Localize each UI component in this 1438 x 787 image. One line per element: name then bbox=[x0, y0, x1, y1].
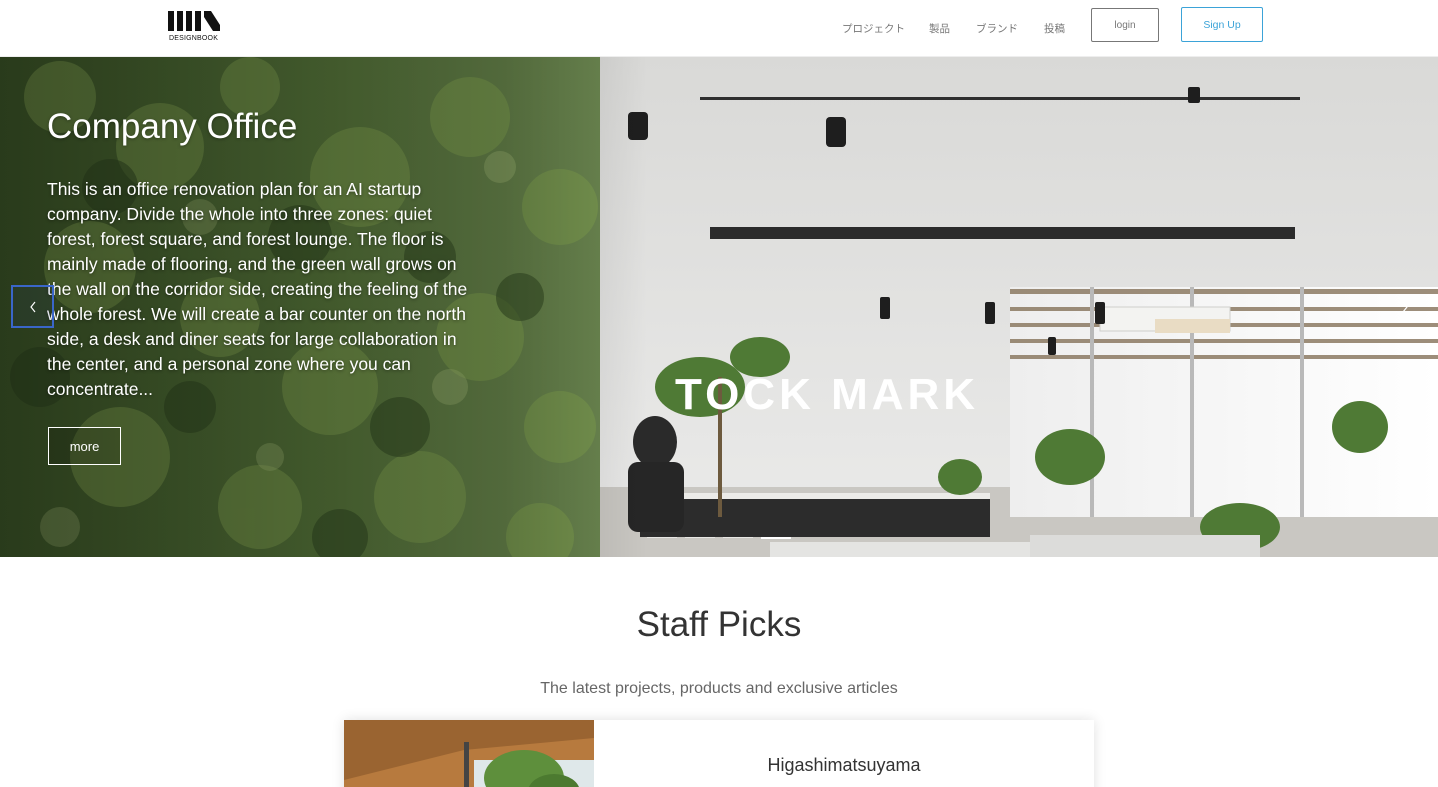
carousel-indicators bbox=[647, 537, 791, 539]
staff-pick-card-image bbox=[344, 720, 594, 787]
nav-brands[interactable]: ブランド bbox=[976, 21, 1018, 36]
hero-title: Company Office bbox=[47, 107, 298, 146]
logo-mark-icon bbox=[168, 11, 220, 31]
carousel-dot[interactable] bbox=[647, 537, 677, 538]
carousel-dot-active[interactable] bbox=[761, 537, 791, 539]
staff-pick-card-title: Higashimatsuyama bbox=[767, 755, 921, 775]
site-header: DESIGNBOOK プロジェクト 製品 ブランド 投稿 login Sign … bbox=[0, 0, 1438, 57]
hero-neon-sign: TOCK MARK bbox=[675, 370, 979, 419]
login-button[interactable]: login bbox=[1091, 8, 1159, 42]
nav-products[interactable]: 製品 bbox=[929, 21, 950, 36]
chevron-right-icon bbox=[1402, 301, 1408, 313]
staff-picks-title: Staff Picks bbox=[636, 605, 802, 644]
more-button[interactable]: more bbox=[48, 427, 121, 465]
carousel-dot[interactable] bbox=[685, 537, 715, 538]
hero-carousel: TOCK MARK Company Office This is an offi… bbox=[0, 57, 1438, 557]
nav-posts[interactable]: 投稿 bbox=[1044, 21, 1065, 36]
carousel-next-button[interactable] bbox=[1390, 295, 1420, 319]
designbook-logo[interactable]: DESIGNBOOK bbox=[168, 11, 224, 45]
carousel-dot[interactable] bbox=[723, 537, 753, 538]
hero-description: This is an office renovation plan for an… bbox=[47, 179, 468, 399]
chevron-left-icon bbox=[29, 301, 35, 312]
carousel-prev-button[interactable] bbox=[11, 285, 54, 328]
staff-pick-card[interactable]: Higashimatsuyama bbox=[344, 720, 1094, 787]
logo-text: DESIGNBOOK bbox=[169, 35, 219, 42]
signup-button[interactable]: Sign Up bbox=[1181, 7, 1263, 42]
staff-picks-subtitle: The latest projects, products and exclus… bbox=[540, 680, 898, 697]
nav-projects[interactable]: プロジェクト bbox=[842, 21, 905, 36]
